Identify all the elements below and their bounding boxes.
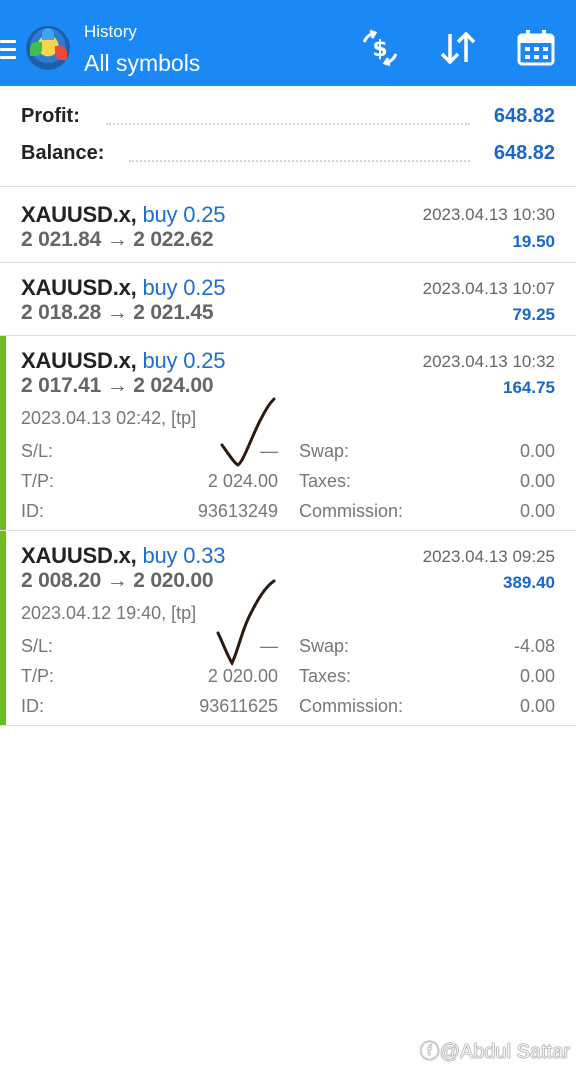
symbol-text: XAUUSD.x, [21, 543, 137, 568]
deal-row-expanded[interactable]: XAUUSD.x, buy 0.33 2 008.20 → 2 020.00 2… [0, 531, 576, 726]
app-bar: History All symbols $ [0, 0, 576, 86]
sl-label: S/L: [21, 441, 54, 461]
deal-type: buy 0.25 [142, 348, 226, 373]
deal-prices: 2 021.84 → 2 022.62 [21, 228, 214, 251]
swap-value: -4.08 [513, 636, 555, 656]
deal-row[interactable]: XAUUSD.x, buy 0.25 2 021.84 → 2 022.62 2… [0, 188, 576, 263]
swap-label: Swap: [299, 636, 350, 656]
calendar-icon[interactable] [516, 28, 556, 68]
balance-row: Balance: 648.82 [21, 142, 555, 170]
profit-label: Profit: [21, 105, 86, 128]
deal-profit: 79.25 [512, 305, 555, 324]
balance-value: 648.82 [493, 142, 555, 164]
app-logo [26, 26, 70, 70]
id-label: ID: [21, 696, 45, 716]
tp-label: T/P: [21, 471, 55, 491]
commission-value: 0.00 [519, 696, 555, 716]
commission-label: Commission: [299, 501, 404, 521]
taxes-label: Taxes: [299, 666, 352, 686]
deal-time: 2023.04.13 10:30 [422, 205, 555, 224]
dollar-exchange-icon[interactable]: $ [360, 28, 400, 68]
tp-value: 2 024.00 [207, 471, 278, 491]
deal-type: buy 0.25 [142, 275, 226, 300]
swap-value: 0.00 [519, 441, 555, 461]
taxes-label: Taxes: [299, 471, 352, 491]
dotted-leader [106, 123, 470, 125]
deal-prices: 2 018.28 → 2 021.45 [21, 301, 214, 324]
swap-label: Swap: [299, 441, 350, 461]
deal-profit: 19.50 [512, 232, 555, 251]
deal-symbol: XAUUSD.x, buy 0.25 [21, 202, 225, 228]
commission-label: Commission: [299, 696, 404, 716]
id-label: ID: [21, 501, 45, 521]
deal-time: 2023.04.13 10:32 [422, 352, 555, 371]
deal-time: 2023.04.13 10:07 [422, 279, 555, 298]
taxes-value: 0.00 [519, 471, 555, 491]
sort-icon[interactable] [438, 28, 478, 68]
svg-text:$: $ [372, 37, 387, 62]
deal-prices: 2 017.41 → 2 024.00 [21, 374, 214, 397]
header-title[interactable]: All symbols [84, 50, 200, 77]
sl-value: — [260, 636, 278, 656]
deal-prices: 2 008.20 → 2 020.00 [21, 569, 214, 592]
deal-open-time: 2023.04.12 19:40, [tp] [21, 603, 197, 623]
dotted-leader [129, 160, 470, 162]
deal-time: 2023.04.13 09:25 [422, 547, 555, 566]
profit-row: Profit: 648.82 [21, 105, 555, 133]
summary-panel: Profit: 648.82 Balance: 648.82 [0, 86, 576, 187]
deal-profit: 164.75 [503, 378, 555, 397]
deal-symbol: XAUUSD.x, buy 0.25 [21, 348, 225, 374]
deal-symbol: XAUUSD.x, buy 0.25 [21, 275, 225, 301]
sl-value: — [260, 441, 278, 461]
deal-open-time: 2023.04.13 02:42, [tp] [21, 408, 197, 428]
commission-value: 0.00 [519, 501, 555, 521]
deal-profit: 389.40 [503, 573, 555, 592]
balance-label: Balance: [21, 142, 111, 165]
deal-row-expanded[interactable]: XAUUSD.x, buy 0.25 2 017.41 → 2 024.00 2… [0, 336, 576, 531]
deal-row[interactable]: XAUUSD.x, buy 0.25 2 018.28 → 2 021.45 2… [0, 263, 576, 336]
taxes-value: 0.00 [519, 666, 555, 686]
symbol-text: XAUUSD.x, [21, 275, 137, 300]
deal-type: buy 0.33 [142, 543, 226, 568]
id-value: 93611625 [199, 696, 278, 716]
deal-symbol: XAUUSD.x, buy 0.33 [21, 543, 225, 569]
deal-type: buy 0.25 [142, 202, 226, 227]
symbol-text: XAUUSD.x, [21, 348, 137, 373]
watermark-text: ⓕ@Abdul Sattar [419, 1041, 570, 1063]
profit-value: 648.82 [493, 105, 555, 127]
header-subtitle: History [84, 22, 137, 41]
symbol-text: XAUUSD.x, [21, 202, 137, 227]
menu-icon[interactable] [0, 40, 16, 60]
tp-label: T/P: [21, 666, 55, 686]
tp-value: 2 020.00 [207, 666, 278, 686]
id-value: 93613249 [197, 501, 278, 521]
sl-label: S/L: [21, 636, 54, 656]
